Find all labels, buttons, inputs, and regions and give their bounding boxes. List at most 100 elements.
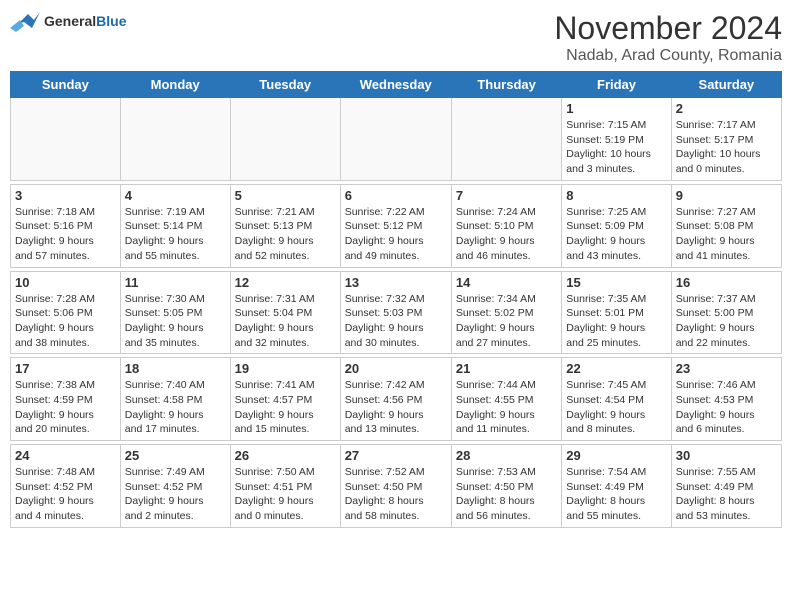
calendar-cell: 16 Sunrise: 7:37 AMSunset: 5:00 PMDayligh… bbox=[671, 271, 781, 354]
calendar-cell: 18 Sunrise: 7:40 AMSunset: 4:58 PMDayligh… bbox=[120, 358, 230, 441]
day-info: Sunrise: 7:19 AMSunset: 5:14 PMDaylight:… bbox=[125, 205, 226, 264]
day-info: Sunrise: 7:46 AMSunset: 4:53 PMDaylight:… bbox=[676, 378, 777, 437]
day-number: 27 bbox=[345, 448, 447, 463]
day-number: 3 bbox=[15, 188, 116, 203]
weekday-header: Wednesday bbox=[340, 72, 451, 98]
calendar-cell: 7 Sunrise: 7:24 AMSunset: 5:10 PMDaylight… bbox=[451, 184, 561, 267]
calendar-cell: 6 Sunrise: 7:22 AMSunset: 5:12 PMDaylight… bbox=[340, 184, 451, 267]
day-number: 7 bbox=[456, 188, 557, 203]
day-number: 18 bbox=[125, 361, 226, 376]
calendar-cell: 22 Sunrise: 7:45 AMSunset: 4:54 PMDayligh… bbox=[562, 358, 671, 441]
day-info: Sunrise: 7:31 AMSunset: 5:04 PMDaylight:… bbox=[235, 292, 336, 351]
day-number: 30 bbox=[676, 448, 777, 463]
weekday-header: Monday bbox=[120, 72, 230, 98]
calendar-cell: 27 Sunrise: 7:52 AMSunset: 4:50 PMDayligh… bbox=[340, 445, 451, 528]
logo: GeneralBlue bbox=[10, 10, 126, 34]
calendar-cell: 29 Sunrise: 7:54 AMSunset: 4:49 PMDayligh… bbox=[562, 445, 671, 528]
weekday-header: Saturday bbox=[671, 72, 781, 98]
calendar-cell: 15 Sunrise: 7:35 AMSunset: 5:01 PMDayligh… bbox=[562, 271, 671, 354]
day-info: Sunrise: 7:41 AMSunset: 4:57 PMDaylight:… bbox=[235, 378, 336, 437]
day-number: 17 bbox=[15, 361, 116, 376]
day-info: Sunrise: 7:50 AMSunset: 4:51 PMDaylight:… bbox=[235, 465, 336, 524]
day-info: Sunrise: 7:34 AMSunset: 5:02 PMDaylight:… bbox=[456, 292, 557, 351]
day-number: 6 bbox=[345, 188, 447, 203]
day-number: 22 bbox=[566, 361, 666, 376]
weekday-header: Tuesday bbox=[230, 72, 340, 98]
page-header: GeneralBlue November 2024 Nadab, Arad Co… bbox=[10, 10, 782, 65]
calendar-cell: 25 Sunrise: 7:49 AMSunset: 4:52 PMDayligh… bbox=[120, 445, 230, 528]
calendar-cell bbox=[340, 98, 451, 181]
calendar-cell: 4Sunrise: 7:19 AMSunset: 5:14 PMDaylight… bbox=[120, 184, 230, 267]
calendar-cell: 17 Sunrise: 7:38 AMSunset: 4:59 PMDayligh… bbox=[11, 358, 121, 441]
calendar-cell: 3 Sunrise: 7:18 AMSunset: 5:16 PMDaylight… bbox=[11, 184, 121, 267]
day-number: 1 bbox=[566, 101, 666, 116]
calendar-cell: 19Sunrise: 7:41 AMSunset: 4:57 PMDayligh… bbox=[230, 358, 340, 441]
day-info: Sunrise: 7:28 AMSunset: 5:06 PMDaylight:… bbox=[15, 292, 116, 351]
day-number: 10 bbox=[15, 275, 116, 290]
day-number: 8 bbox=[566, 188, 666, 203]
calendar-cell: 26 Sunrise: 7:50 AMSunset: 4:51 PMDayligh… bbox=[230, 445, 340, 528]
day-info: Sunrise: 7:44 AMSunset: 4:55 PMDaylight:… bbox=[456, 378, 557, 437]
day-info: Sunrise: 7:37 AMSunset: 5:00 PMDaylight:… bbox=[676, 292, 777, 351]
weekday-header: Thursday bbox=[451, 72, 561, 98]
day-info: Sunrise: 7:45 AMSunset: 4:54 PMDaylight:… bbox=[566, 378, 666, 437]
day-info: Sunrise: 7:15 AMSunset: 5:19 PMDaylight:… bbox=[566, 118, 666, 177]
day-info: Sunrise: 7:25 AMSunset: 5:09 PMDaylight:… bbox=[566, 205, 666, 264]
calendar-cell: 2 Sunrise: 7:17 AMSunset: 5:17 PMDaylight… bbox=[671, 98, 781, 181]
day-number: 25 bbox=[125, 448, 226, 463]
day-info: Sunrise: 7:48 AMSunset: 4:52 PMDaylight:… bbox=[15, 465, 116, 524]
calendar-cell: 14Sunrise: 7:34 AMSunset: 5:02 PMDayligh… bbox=[451, 271, 561, 354]
day-number: 16 bbox=[676, 275, 777, 290]
month-title: November 2024 bbox=[554, 10, 782, 47]
day-info: Sunrise: 7:42 AMSunset: 4:56 PMDaylight:… bbox=[345, 378, 447, 437]
calendar-cell: 5 Sunrise: 7:21 AMSunset: 5:13 PMDaylight… bbox=[230, 184, 340, 267]
day-info: Sunrise: 7:52 AMSunset: 4:50 PMDaylight:… bbox=[345, 465, 447, 524]
calendar-cell: 11Sunrise: 7:30 AMSunset: 5:05 PMDayligh… bbox=[120, 271, 230, 354]
calendar-cell: 24Sunrise: 7:48 AMSunset: 4:52 PMDayligh… bbox=[11, 445, 121, 528]
calendar-cell: 30 Sunrise: 7:55 AMSunset: 4:49 PMDayligh… bbox=[671, 445, 781, 528]
weekday-header: Sunday bbox=[11, 72, 121, 98]
title-area: November 2024 Nadab, Arad County, Romani… bbox=[554, 10, 782, 65]
calendar-cell: 12Sunrise: 7:31 AMSunset: 5:04 PMDayligh… bbox=[230, 271, 340, 354]
day-number: 20 bbox=[345, 361, 447, 376]
day-info: Sunrise: 7:54 AMSunset: 4:49 PMDaylight:… bbox=[566, 465, 666, 524]
logo-blue-text: Blue bbox=[96, 13, 126, 29]
day-number: 29 bbox=[566, 448, 666, 463]
day-number: 5 bbox=[235, 188, 336, 203]
calendar-cell: 1 Sunrise: 7:15 AMSunset: 5:19 PMDaylight… bbox=[562, 98, 671, 181]
day-info: Sunrise: 7:40 AMSunset: 4:58 PMDaylight:… bbox=[125, 378, 226, 437]
day-info: Sunrise: 7:18 AMSunset: 5:16 PMDaylight:… bbox=[15, 205, 116, 264]
location-title: Nadab, Arad County, Romania bbox=[554, 47, 782, 65]
day-info: Sunrise: 7:32 AMSunset: 5:03 PMDaylight:… bbox=[345, 292, 447, 351]
day-number: 21 bbox=[456, 361, 557, 376]
day-number: 2 bbox=[676, 101, 777, 116]
calendar-cell bbox=[120, 98, 230, 181]
calendar-cell: 21 Sunrise: 7:44 AMSunset: 4:55 PMDayligh… bbox=[451, 358, 561, 441]
day-number: 15 bbox=[566, 275, 666, 290]
day-info: Sunrise: 7:17 AMSunset: 5:17 PMDaylight:… bbox=[676, 118, 777, 177]
day-number: 13 bbox=[345, 275, 447, 290]
calendar-cell: 9 Sunrise: 7:27 AMSunset: 5:08 PMDaylight… bbox=[671, 184, 781, 267]
day-info: Sunrise: 7:38 AMSunset: 4:59 PMDaylight:… bbox=[15, 378, 116, 437]
calendar-cell: 8 Sunrise: 7:25 AMSunset: 5:09 PMDaylight… bbox=[562, 184, 671, 267]
calendar-cell: 10 Sunrise: 7:28 AMSunset: 5:06 PMDayligh… bbox=[11, 271, 121, 354]
calendar-cell: 23 Sunrise: 7:46 AMSunset: 4:53 PMDayligh… bbox=[671, 358, 781, 441]
day-info: Sunrise: 7:24 AMSunset: 5:10 PMDaylight:… bbox=[456, 205, 557, 264]
day-number: 23 bbox=[676, 361, 777, 376]
day-info: Sunrise: 7:55 AMSunset: 4:49 PMDaylight:… bbox=[676, 465, 777, 524]
day-number: 28 bbox=[456, 448, 557, 463]
day-info: Sunrise: 7:49 AMSunset: 4:52 PMDaylight:… bbox=[125, 465, 226, 524]
calendar-cell: 28Sunrise: 7:53 AMSunset: 4:50 PMDayligh… bbox=[451, 445, 561, 528]
weekday-header: Friday bbox=[562, 72, 671, 98]
calendar-cell: 13 Sunrise: 7:32 AMSunset: 5:03 PMDayligh… bbox=[340, 271, 451, 354]
day-info: Sunrise: 7:27 AMSunset: 5:08 PMDaylight:… bbox=[676, 205, 777, 264]
day-info: Sunrise: 7:22 AMSunset: 5:12 PMDaylight:… bbox=[345, 205, 447, 264]
day-info: Sunrise: 7:30 AMSunset: 5:05 PMDaylight:… bbox=[125, 292, 226, 351]
day-info: Sunrise: 7:35 AMSunset: 5:01 PMDaylight:… bbox=[566, 292, 666, 351]
calendar-table: SundayMondayTuesdayWednesdayThursdayFrid… bbox=[10, 71, 782, 528]
day-number: 9 bbox=[676, 188, 777, 203]
day-number: 26 bbox=[235, 448, 336, 463]
logo-general-text: General bbox=[44, 13, 96, 29]
calendar-cell: 20 Sunrise: 7:42 AMSunset: 4:56 PMDayligh… bbox=[340, 358, 451, 441]
day-info: Sunrise: 7:21 AMSunset: 5:13 PMDaylight:… bbox=[235, 205, 336, 264]
